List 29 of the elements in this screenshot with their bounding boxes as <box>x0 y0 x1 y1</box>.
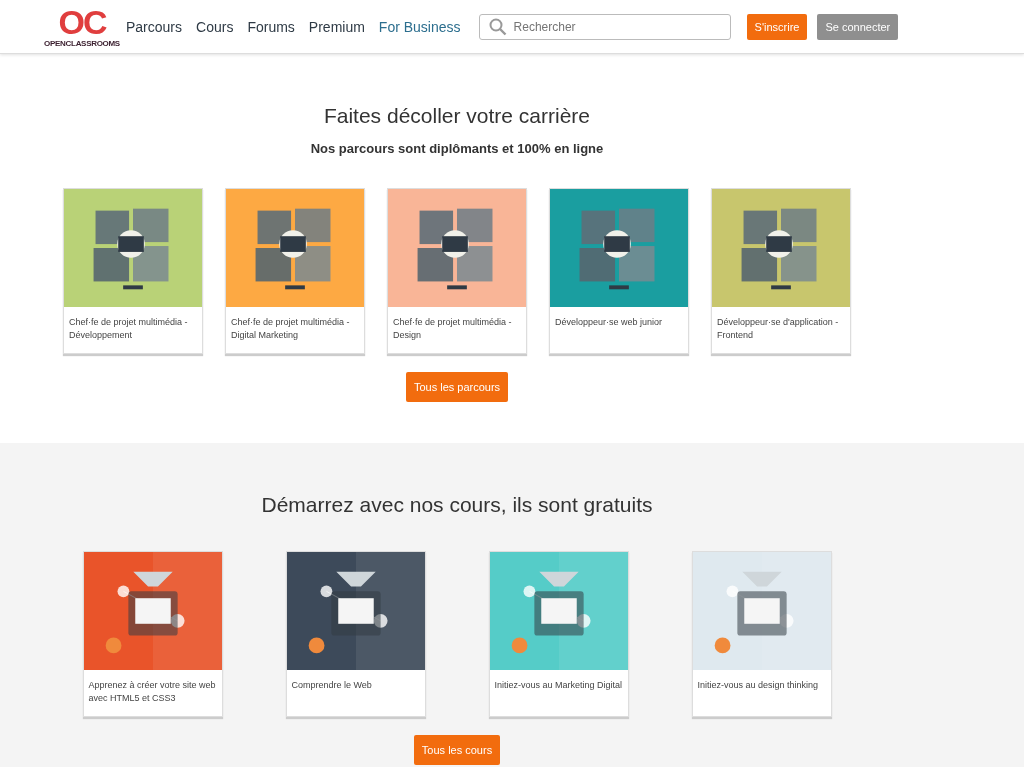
nav-link[interactable]: Parcours <box>126 18 183 35</box>
path-card[interactable]: Développeur·se d'application - Frontend <box>711 188 851 354</box>
card-title: Chef·fe de projet multimédia - Digital Marketing <box>230 316 351 342</box>
logo-wordmark: OPENCLASSROOMS <box>44 39 120 48</box>
nav-link[interactable]: Cours <box>196 18 234 35</box>
nav-link[interactable]: Forums <box>247 18 295 35</box>
section-title: Démarrez avec nos cours, ils sont gratuits <box>261 493 653 517</box>
path-card[interactable]: Développeur·se web junior <box>549 188 689 354</box>
course-card[interactable]: Initiez-vous au design thinking <box>691 551 832 717</box>
card-title: Initiez-vous au Marketing Digital <box>493 679 624 692</box>
section-subtitle: Nos parcours sont diplômants et 100% en ligne <box>310 141 604 156</box>
nav-link[interactable]: Premium <box>308 18 365 35</box>
search-field[interactable]: Rechercher <box>478 13 731 40</box>
section-title: Faites décoller votre carrière <box>323 104 591 128</box>
card-title: Chef·fe de projet multimédia - Développement <box>68 316 189 342</box>
path-card[interactable]: Chef·fe de projet multimédia - Digital Marketing <box>225 188 365 354</box>
card-title: Développeur·se d'application - Frontend <box>716 316 840 342</box>
course-card[interactable]: Initiez-vous au Marketing Digital <box>488 551 629 717</box>
card-title: Comprendre le Web <box>290 679 373 692</box>
logo-mark[interactable]: OC <box>58 5 106 39</box>
path-card[interactable]: Chef·fe de projet multimédia - Développement <box>63 188 203 354</box>
nav-link[interactable]: For Business <box>378 18 461 35</box>
card-title: Initiez-vous au design thinking <box>696 679 820 692</box>
path-card[interactable]: Chef·fe de projet multimédia - Design <box>387 188 527 354</box>
card-title: Chef·fe de projet multimédia - Design <box>392 316 513 342</box>
card-title: Apprenez à créer votre site web avec HTML5 et CSS3 <box>87 679 217 705</box>
course-card[interactable]: Apprenez à créer votre site web avec HTML5 et CSS3 <box>82 551 223 717</box>
card-title: Développeur·se web junior <box>554 316 664 329</box>
course-card[interactable]: Comprendre le Web <box>285 551 426 717</box>
